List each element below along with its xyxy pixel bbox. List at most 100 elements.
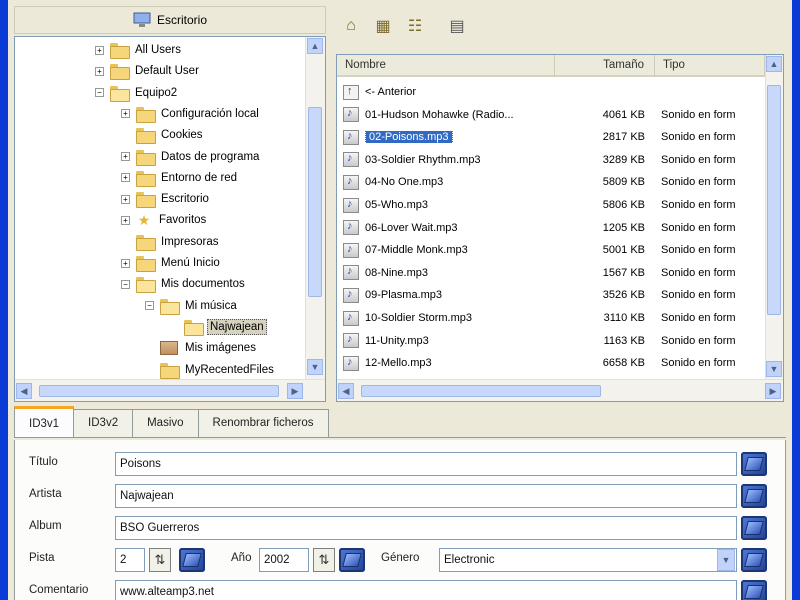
- track-label: Pista: [29, 552, 55, 564]
- tree-horizontal-scrollbar[interactable]: ◀ ▶: [15, 379, 325, 401]
- tree-item[interactable]: MyRecentedFiles: [145, 359, 276, 380]
- file-hscroll-thumb[interactable]: [361, 385, 601, 397]
- tree-item[interactable]: Cookies: [121, 124, 205, 146]
- apply-artist-icon[interactable]: [741, 484, 767, 508]
- track-field[interactable]: [115, 548, 145, 572]
- tree-item[interactable]: + Configuración local: [121, 103, 261, 125]
- album-field[interactable]: [115, 516, 737, 540]
- file-name: 07-Middle Monk.mp3: [365, 244, 468, 257]
- apply-album-icon[interactable]: [741, 516, 767, 540]
- tree-item[interactable]: Najwajean: [169, 316, 267, 338]
- apply-year-icon[interactable]: [339, 548, 365, 572]
- scroll-right-arrow-icon[interactable]: ▶: [287, 383, 303, 399]
- file-row[interactable]: 06-Lover Wait.mp3 1205 KB Sonido en form: [337, 217, 765, 239]
- tab-id3v1[interactable]: ID3v1: [14, 406, 75, 437]
- file-row[interactable]: 11-Unity.mp3 1163 KB Sonido en form: [337, 330, 765, 352]
- track-stepper-icon[interactable]: ⇅: [149, 548, 171, 572]
- collapse-icon[interactable]: −: [145, 301, 154, 311]
- collapse-icon[interactable]: −: [121, 279, 130, 289]
- tree-item[interactable]: − Equipo2: [95, 82, 179, 104]
- tree-item[interactable]: + Escritorio: [121, 188, 211, 210]
- tree-item[interactable]: + All Users: [95, 39, 183, 61]
- tree-item[interactable]: Impresoras: [121, 231, 221, 253]
- file-list-pane: ⌂ ▦ ☷ ▤ Nombre Tamaño Tipo <- Anterior 01…: [332, 6, 786, 402]
- file-row[interactable]: 02-Poisons.mp3 2817 KB Sonido en form: [337, 126, 765, 148]
- file-row[interactable]: 10-Soldier Storm.mp3 3110 KB Sonido en for…: [337, 307, 765, 329]
- file-row[interactable]: 04-No One.mp3 5809 KB Sonido en form: [337, 171, 765, 193]
- expand-icon[interactable]: +: [121, 173, 130, 183]
- folder-icon: [136, 170, 156, 187]
- column-header-size[interactable]: Tamaño: [555, 55, 655, 77]
- expand-icon[interactable]: +: [121, 258, 130, 268]
- column-header-name[interactable]: Nombre: [337, 55, 555, 77]
- file-size: 4061 KB: [602, 108, 645, 121]
- file-horizontal-scrollbar[interactable]: ◀ ▶: [337, 379, 783, 401]
- artist-field[interactable]: [115, 484, 737, 508]
- expand-icon[interactable]: +: [95, 66, 104, 76]
- tree-item[interactable]: − Mi música: [145, 295, 239, 317]
- tree-item[interactable]: + ★ Favoritos: [121, 209, 208, 231]
- expand-icon[interactable]: +: [95, 45, 104, 55]
- column-header-type[interactable]: Tipo: [655, 55, 765, 77]
- file-row[interactable]: 12-Mello.mp3 6658 KB Sonido en form: [337, 352, 765, 374]
- file-name-cell: 04-No One.mp3: [359, 176, 559, 188]
- expand-icon[interactable]: +: [121, 215, 130, 225]
- save-disk-icon[interactable]: ▤: [446, 15, 468, 37]
- tab-masivo[interactable]: Masivo: [132, 409, 199, 437]
- tree-item-label: Menú Inicio: [161, 257, 220, 269]
- tree-scroll-thumb[interactable]: [308, 107, 322, 297]
- tab-renombrar-ficheros[interactable]: Renombrar ficheros: [197, 409, 329, 437]
- title-field[interactable]: [115, 452, 737, 476]
- tree-item[interactable]: − Mis documentos: [121, 273, 247, 295]
- scroll-left-arrow-icon[interactable]: ◀: [338, 383, 354, 399]
- tree-hscroll-thumb[interactable]: [39, 385, 279, 397]
- tree-item[interactable]: + Menú Inicio: [121, 252, 222, 274]
- apply-genre-icon[interactable]: [741, 548, 767, 572]
- home-folder-icon[interactable]: ⌂: [340, 15, 362, 37]
- expand-icon[interactable]: +: [121, 194, 130, 204]
- file-scroll-thumb[interactable]: [767, 85, 781, 315]
- scroll-down-arrow-icon[interactable]: ▼: [307, 359, 323, 375]
- comment-field[interactable]: [115, 580, 737, 600]
- file-row[interactable]: 08-Nine.mp3 1567 KB Sonido en form: [337, 262, 765, 284]
- apply-comment-icon[interactable]: [741, 580, 767, 600]
- tab-id3v2[interactable]: ID3v2: [73, 409, 134, 437]
- tree-item[interactable]: Mis imágenes: [145, 337, 258, 359]
- file-row[interactable]: 03-Soldier Rhythm.mp3 3289 KB Sonido en fo…: [337, 149, 765, 171]
- genre-select[interactable]: [439, 548, 737, 572]
- expand-icon[interactable]: +: [121, 152, 130, 161]
- parent-folder-row[interactable]: <- Anterior: [337, 81, 765, 103]
- tree-vertical-scrollbar[interactable]: ▲ ▼: [305, 37, 325, 379]
- tree-root-header[interactable]: Escritorio: [14, 6, 326, 34]
- folder-open-icon: [110, 85, 130, 102]
- apply-title-icon[interactable]: [741, 452, 767, 476]
- file-vertical-scrollbar[interactable]: ▲ ▼: [765, 55, 783, 379]
- scroll-right-arrow-icon[interactable]: ▶: [765, 383, 781, 399]
- expand-icon[interactable]: +: [121, 109, 130, 119]
- tree-item-label: Equipo2: [135, 86, 178, 99]
- year-stepper-icon[interactable]: ⇅: [313, 548, 335, 572]
- grid-view-icon[interactable]: ▦: [372, 15, 394, 37]
- scroll-up-arrow-icon[interactable]: ▲: [307, 38, 323, 54]
- apply-track-icon[interactable]: [179, 548, 205, 572]
- scroll-up-arrow-icon[interactable]: ▲: [766, 56, 782, 72]
- file-type: Sonido en form: [661, 244, 736, 257]
- tree-item-label: Impresoras: [161, 235, 219, 248]
- chevron-down-icon[interactable]: ▼: [717, 549, 735, 571]
- folder-tree[interactable]: + All Users + Default User − Equipo2 + Configur…: [14, 36, 326, 402]
- file-size: 2817 KB: [602, 131, 645, 144]
- file-row[interactable]: 09-Plasma.mp3 3526 KB Sonido en form: [337, 284, 765, 306]
- collapse-icon[interactable]: −: [95, 88, 104, 98]
- tree-item[interactable]: + Default User: [95, 60, 201, 82]
- scroll-left-arrow-icon[interactable]: ◀: [16, 383, 32, 399]
- file-row[interactable]: 05-Who.mp3 5806 KB Sonido en form: [337, 194, 765, 216]
- scroll-down-arrow-icon[interactable]: ▼: [766, 361, 782, 377]
- tree-item[interactable]: + Entorno de red: [121, 167, 239, 189]
- list-view-icon[interactable]: ☷: [404, 15, 426, 37]
- file-list[interactable]: Nombre Tamaño Tipo <- Anterior 01-Hudson …: [336, 54, 784, 402]
- year-field[interactable]: [259, 548, 309, 572]
- file-row[interactable]: 01-Hudson Mohawke (Radio... 4061 KB Sonido…: [337, 104, 765, 126]
- tree-item[interactable]: + Datos de programa: [121, 146, 261, 168]
- file-row[interactable]: 07-Middle Monk.mp3 5001 KB Sonido en form: [337, 239, 765, 261]
